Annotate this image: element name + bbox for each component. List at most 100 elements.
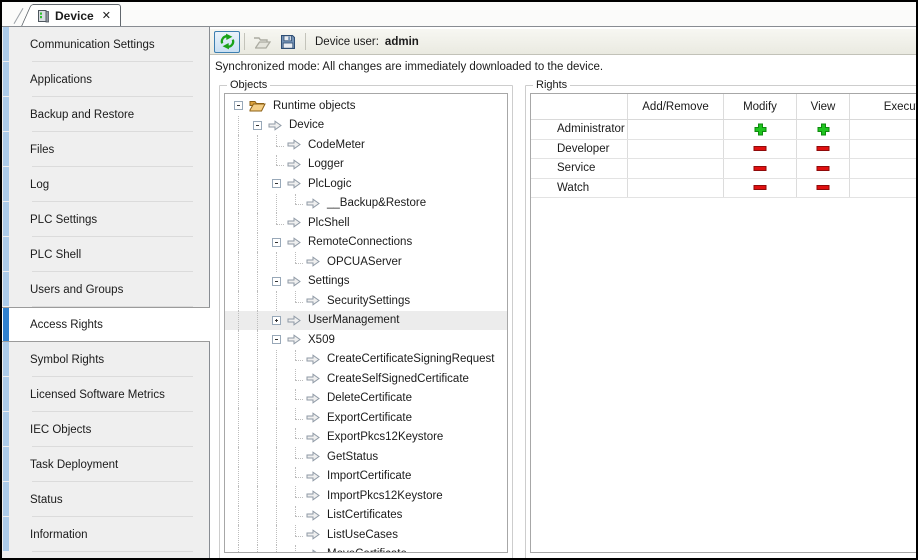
tree-node-logger[interactable]: Logger	[225, 155, 507, 175]
tree-node-exportcertificate[interactable]: ExportCertificate	[225, 408, 507, 428]
tree-node-listcertificates[interactable]: ListCertificates	[225, 506, 507, 526]
tree-guide	[248, 174, 267, 194]
sidebar-item-status[interactable]: Status	[2, 482, 209, 517]
tree-toggle-cell	[229, 96, 248, 116]
rights-cell-administrator-modify[interactable]	[723, 120, 796, 139]
sidebar-item-licensed-software-metrics[interactable]: Licensed Software Metrics	[2, 377, 209, 412]
sidebar-item-log[interactable]: Log	[2, 167, 209, 202]
tree-connector	[286, 447, 305, 467]
tree-node-label: RemoteConnections	[305, 235, 415, 249]
rights-cell-developer-view[interactable]	[796, 140, 849, 159]
tree-node-createselfsignedcertificate[interactable]: CreateSelfSignedCertificate	[225, 369, 507, 389]
tree-connector	[286, 486, 305, 506]
rights-table: Add/RemoveModifyViewExecute Administrato…	[530, 93, 916, 553]
tree-node-plclogic[interactable]: PlcLogic	[225, 174, 507, 194]
sidebar-item-plc-settings[interactable]: PLC Settings	[2, 202, 209, 237]
rights-cell-watch-modify[interactable]	[723, 179, 796, 198]
tree-guide	[248, 506, 267, 526]
tree-node-label: Runtime objects	[270, 99, 358, 113]
tree-node-opcuaserver[interactable]: OPCUAServer	[225, 252, 507, 272]
tree-node-plcshell[interactable]: PlcShell	[225, 213, 507, 233]
sidebar-item-label: PLC Shell	[30, 249, 81, 261]
rights-cell-watch-view[interactable]	[796, 179, 849, 198]
tree-node-listusecases[interactable]: ListUseCases	[225, 525, 507, 545]
tree-node-usermanagement[interactable]: UserManagement	[225, 311, 507, 331]
tree-node-importcertificate[interactable]: ImportCertificate	[225, 467, 507, 487]
tree-node-deletecertificate[interactable]: DeleteCertificate	[225, 389, 507, 409]
tree-guide	[229, 447, 248, 467]
tree-guide	[248, 194, 267, 214]
arrow-icon	[306, 432, 320, 443]
sidebar-item-backup-and-restore[interactable]: Backup and Restore	[2, 97, 209, 132]
sidebar-item-plc-shell[interactable]: PLC Shell	[2, 237, 209, 272]
sidebar-item-files[interactable]: Files	[2, 132, 209, 167]
sidebar-item-applications[interactable]: Applications	[2, 62, 209, 97]
rights-cell-administrator-view[interactable]	[796, 120, 849, 139]
rights-cell-service-modify[interactable]	[723, 159, 796, 178]
rights-cell-administrator-execute[interactable]	[849, 120, 916, 139]
plus-icon	[817, 123, 830, 136]
tree-guide	[229, 116, 248, 136]
collapse-icon[interactable]	[272, 179, 281, 188]
rights-cell-developer-execute[interactable]	[849, 140, 916, 159]
collapse-icon[interactable]	[253, 121, 262, 130]
objects-tree[interactable]: Runtime objects DeviceCodeMeterLoggerPlcL…	[224, 93, 508, 553]
sidebar-item-access-rights[interactable]: Access Rights	[2, 307, 210, 342]
rights-cell-administrator-add-remove[interactable]	[627, 120, 723, 139]
tree-node-device[interactable]: Device	[225, 116, 507, 136]
tree-guide	[267, 525, 286, 545]
tree-node-label: GetStatus	[324, 450, 381, 464]
tree-node-importpkcs12keystore[interactable]: ImportPkcs12Keystore	[225, 486, 507, 506]
sidebar-item-communication-settings[interactable]: Communication Settings	[2, 27, 209, 62]
device-window: { "tab": { "title": "Device", "close_gly…	[0, 0, 918, 560]
expand-icon[interactable]	[272, 316, 281, 325]
tree-node-runtime-objects[interactable]: Runtime objects	[225, 96, 507, 116]
tree-node-settings[interactable]: Settings	[225, 272, 507, 292]
rights-cell-developer-add-remove[interactable]	[627, 140, 723, 159]
rights-panel-title: Rights	[533, 79, 570, 91]
tree-connector	[267, 155, 286, 175]
tree-guide	[267, 369, 286, 389]
sidebar-item-users-and-groups[interactable]: Users and Groups	[2, 272, 209, 307]
rights-cell-service-execute[interactable]	[849, 159, 916, 178]
tree-guide	[229, 389, 248, 409]
tree-guide	[267, 545, 286, 554]
collapse-icon[interactable]	[272, 335, 281, 344]
tab-device[interactable]: Device ✕	[33, 4, 121, 26]
rights-cell-watch-add-remove[interactable]	[627, 179, 723, 198]
collapse-icon[interactable]	[272, 238, 281, 247]
tree-connector	[286, 525, 305, 545]
rights-cell-developer-modify[interactable]	[723, 140, 796, 159]
close-icon[interactable]: ✕	[102, 9, 111, 22]
sidebar-item-task-deployment[interactable]: Task Deployment	[2, 447, 209, 482]
tree-guide	[248, 330, 267, 350]
tree-node-securitysettings[interactable]: SecuritySettings	[225, 291, 507, 311]
tree-guide	[248, 525, 267, 545]
save-button[interactable]	[275, 31, 301, 53]
sidebar-item-iec-objects[interactable]: IEC Objects	[2, 412, 209, 447]
collapse-icon[interactable]	[234, 101, 243, 110]
rights-cell-watch-execute[interactable]	[849, 179, 916, 198]
sidebar-item-information[interactable]: Information	[2, 517, 209, 552]
tree-guide	[248, 467, 267, 487]
tree-node-backup-restore[interactable]: __Backup&Restore	[225, 194, 507, 214]
tree-node-remoteconnections[interactable]: RemoteConnections	[225, 233, 507, 253]
sidebar-item-label: Information	[30, 529, 88, 541]
tree-node-getstatus[interactable]: GetStatus	[225, 447, 507, 467]
tree-node-codemeter[interactable]: CodeMeter	[225, 135, 507, 155]
tree-node-label: ImportPkcs12Keystore	[324, 489, 446, 503]
tree-node-exportpkcs12keystore[interactable]: ExportPkcs12Keystore	[225, 428, 507, 448]
sidebar-item-symbol-rights[interactable]: Symbol Rights	[2, 342, 209, 377]
rights-cell-service-add-remove[interactable]	[627, 159, 723, 178]
sync-button[interactable]	[214, 31, 240, 53]
tree-node-x509[interactable]: X509	[225, 330, 507, 350]
rights-cell-service-view[interactable]	[796, 159, 849, 178]
main-panel: Device user: admin Synchronized mode: Al…	[209, 27, 916, 558]
tree-guide	[248, 252, 267, 272]
sidebar-item-label: Access Rights	[30, 319, 103, 331]
tree-node-createcertificatesigningrequest[interactable]: CreateCertificateSigningRequest	[225, 350, 507, 370]
open-button[interactable]	[249, 31, 275, 53]
minus-icon	[816, 181, 830, 194]
tree-node-movecertificate[interactable]: MoveCertificate	[225, 545, 507, 554]
collapse-icon[interactable]	[272, 277, 281, 286]
